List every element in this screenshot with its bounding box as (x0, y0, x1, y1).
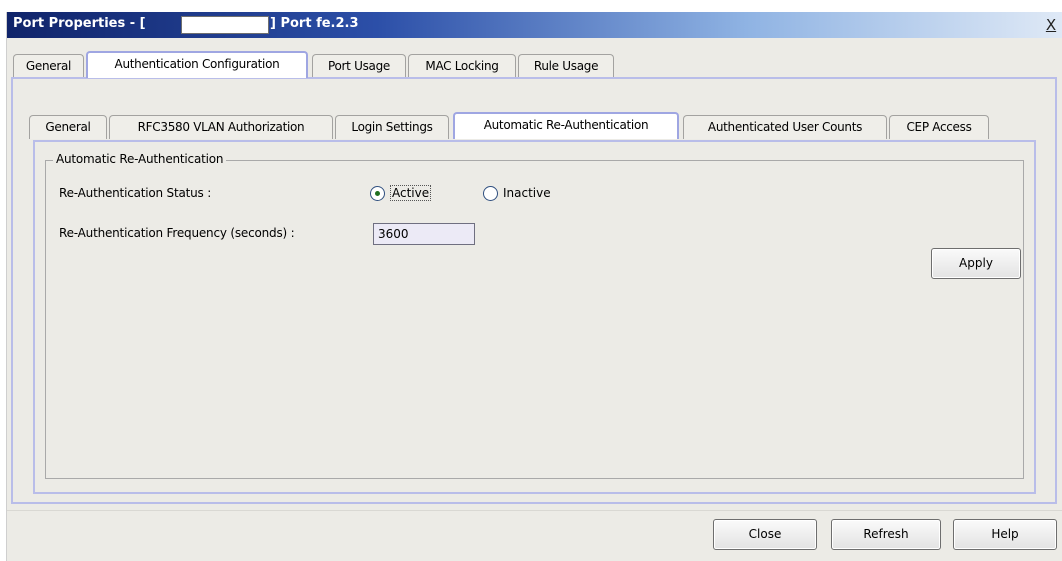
subtab-rfc3580-vlan-authorization[interactable]: RFC3580 VLAN Authorization (109, 115, 333, 139)
active-radio[interactable] (370, 186, 385, 201)
main-tab-bar: General Authentication Configuration Por… (13, 51, 633, 78)
close-window-button[interactable]: X (1041, 15, 1061, 35)
title-bar[interactable]: Port Properties - [ ] Port fe.2.3 X (7, 12, 1062, 38)
apply-button[interactable]: Apply (931, 248, 1021, 279)
active-radio-label[interactable]: Active (390, 185, 432, 201)
tab-mac-locking[interactable]: MAC Locking (408, 54, 516, 78)
redacted-device-name (181, 16, 269, 34)
footer-divider (7, 510, 1062, 511)
radio-selected-dot (375, 191, 380, 196)
window-title-prefix: Port Properties - [ (13, 16, 146, 31)
window-title-suffix: ] Port fe.2.3 (270, 16, 359, 31)
frequency-label: Re-Authentication Frequency (seconds) : (59, 226, 295, 240)
subtab-automatic-re-authentication[interactable]: Automatic Re-Authentication (453, 112, 679, 139)
groupbox-title: Automatic Re-Authentication (53, 152, 227, 166)
re-authentication-groupbox (45, 160, 1024, 479)
tab-port-usage[interactable]: Port Usage (312, 54, 406, 78)
subtab-authenticated-user-counts[interactable]: Authenticated User Counts (683, 115, 887, 139)
subtab-general[interactable]: General (29, 115, 107, 139)
tab-general[interactable]: General (13, 54, 84, 78)
frequency-input[interactable] (373, 223, 475, 245)
tab-rule-usage[interactable]: Rule Usage (518, 54, 614, 78)
subtab-login-settings[interactable]: Login Settings (335, 115, 449, 139)
port-properties-dialog: Port Properties - [ ] Port fe.2.3 X Gene… (6, 12, 1062, 561)
inactive-radio-label[interactable]: Inactive (503, 186, 551, 200)
status-label: Re-Authentication Status : (59, 186, 212, 200)
help-button[interactable]: Help (953, 519, 1057, 550)
subtab-cep-access[interactable]: CEP Access (889, 115, 989, 139)
inactive-radio[interactable] (483, 186, 498, 201)
refresh-button[interactable]: Refresh (831, 519, 941, 550)
sub-tab-bar: General RFC3580 VLAN Authorization Login… (29, 112, 1009, 139)
close-button[interactable]: Close (713, 519, 817, 550)
tab-authentication-configuration[interactable]: Authentication Configuration (86, 51, 308, 78)
